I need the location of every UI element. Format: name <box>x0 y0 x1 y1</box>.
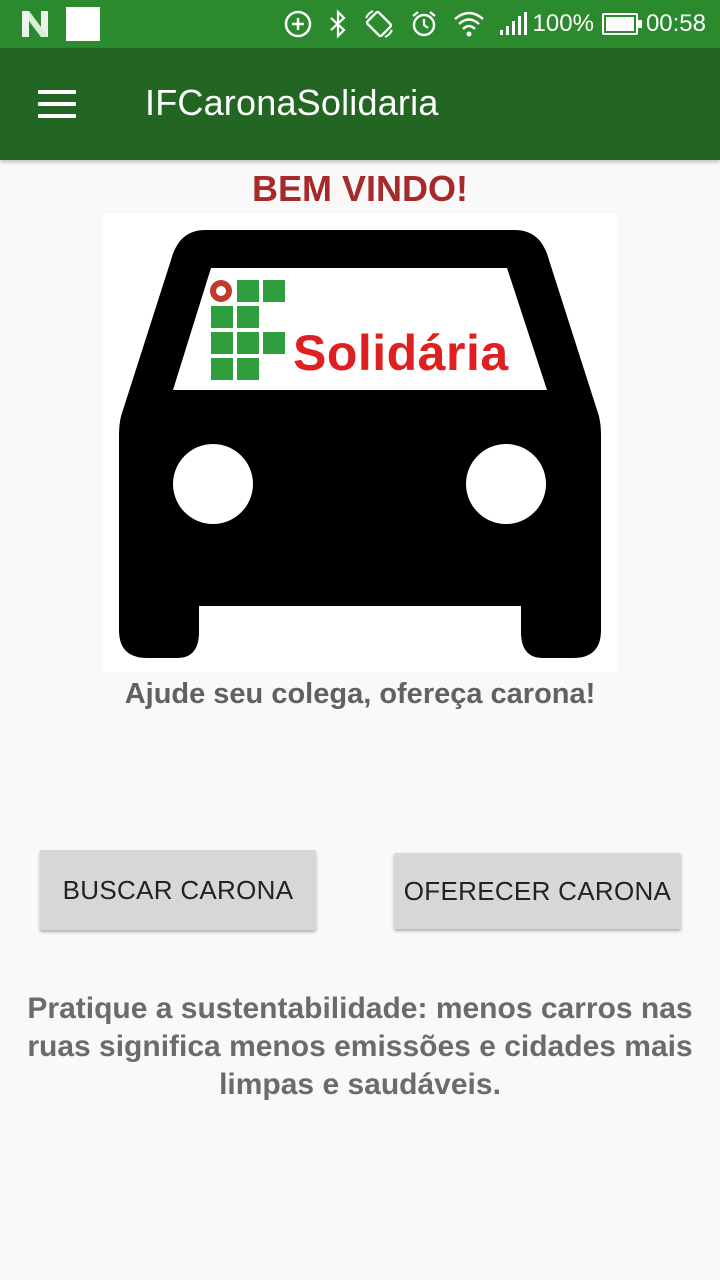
logo-text: Solidária <box>293 325 509 381</box>
if-logo-icon <box>210 280 285 380</box>
car-icon <box>119 230 601 658</box>
n-logo-icon <box>22 11 48 37</box>
battery-icon <box>601 13 642 35</box>
status-time: 00:58 <box>645 10 706 37</box>
hamburger-menu-icon[interactable] <box>38 90 76 118</box>
sustainability-message: Pratique a sustentabilidade: menos carro… <box>27 992 693 1101</box>
bluetooth-icon <box>329 9 346 39</box>
notification-square-icon <box>66 7 100 41</box>
alarm-icon <box>411 11 436 37</box>
car-logo-image: Solidária <box>103 214 617 672</box>
tagline: Ajude seu colega, ofereça carona! <box>124 678 596 710</box>
wifi-icon <box>453 11 484 37</box>
signal-icon <box>499 12 527 35</box>
status-bar: 100% 00:58 <box>0 0 720 48</box>
data-saver-icon <box>284 10 311 38</box>
battery-percent: 100% <box>532 10 594 37</box>
app-title: IFCaronaSolidaria <box>145 82 439 123</box>
offer-ride-button[interactable]: OFERECER CARONA <box>394 853 681 929</box>
search-ride-button[interactable]: BUSCAR CARONA <box>40 850 316 930</box>
status-bar-right: 100% 00:58 <box>283 0 706 48</box>
rotate-icon <box>364 10 393 38</box>
status-bar-left <box>18 7 100 41</box>
app-bar: IFCaronaSolidaria <box>0 48 720 160</box>
welcome-heading: BEM VINDO! <box>252 168 468 209</box>
